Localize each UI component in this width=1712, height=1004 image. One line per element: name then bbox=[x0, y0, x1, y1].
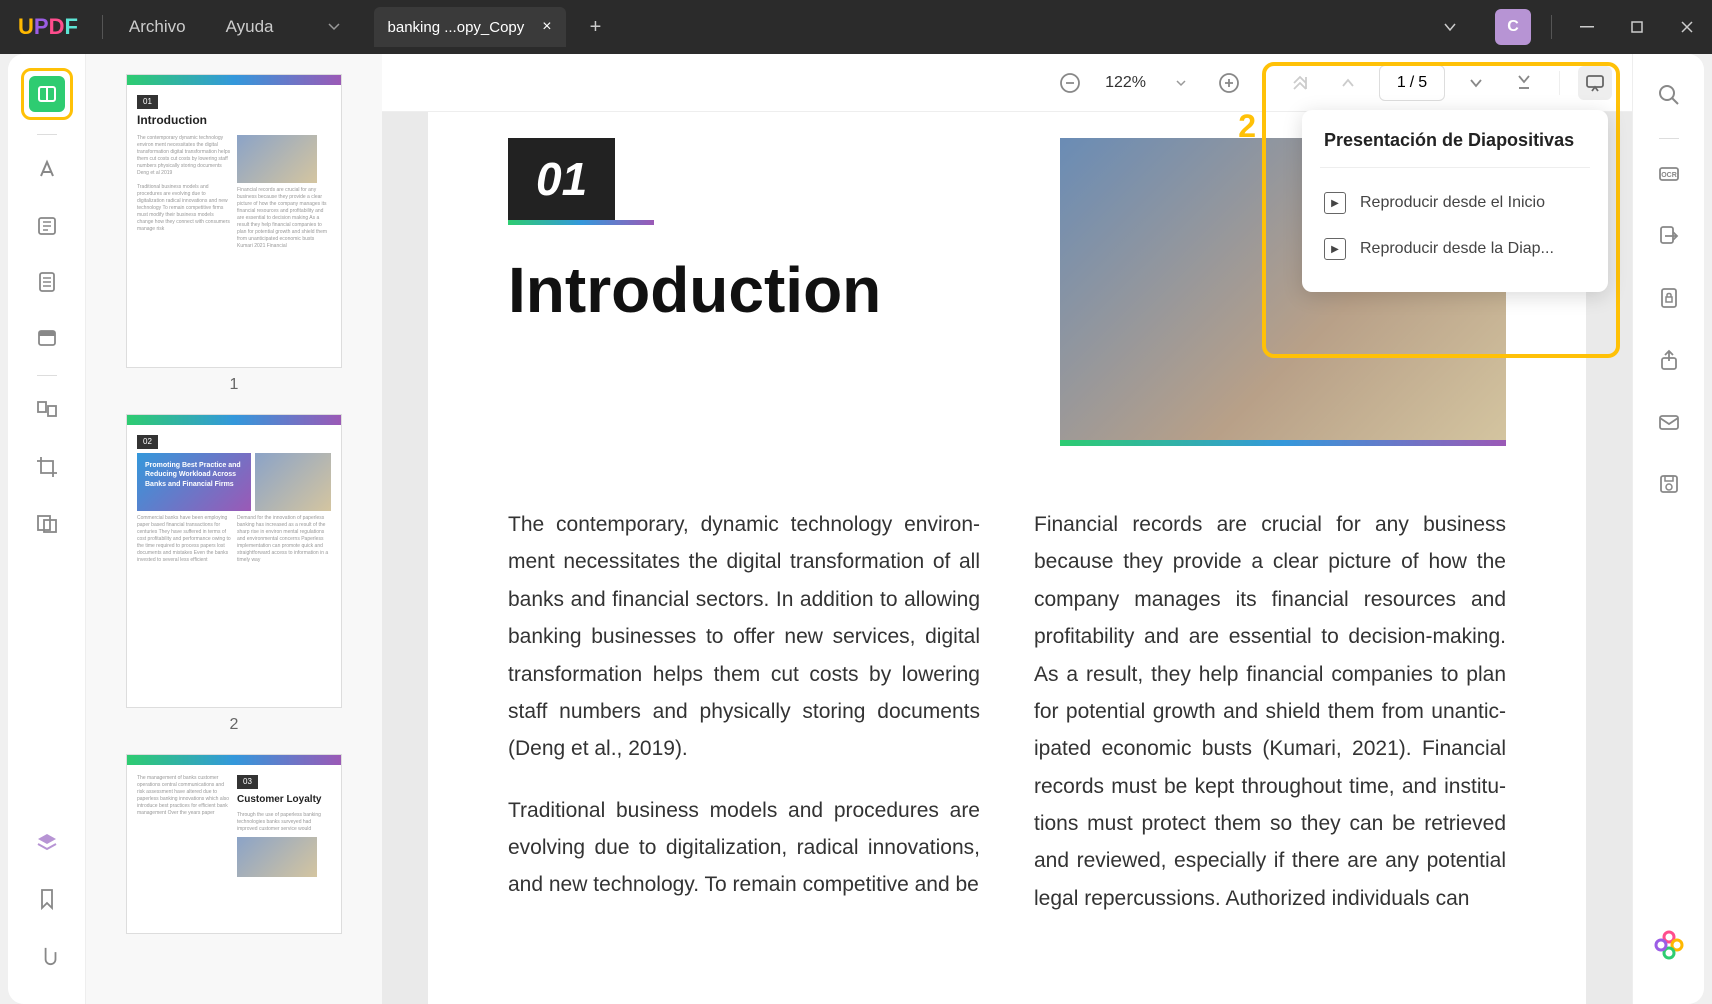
svg-text:OCR: OCR bbox=[1661, 172, 1677, 179]
tab-label: banking ...opy_Copy bbox=[388, 19, 525, 36]
tab-close-button[interactable]: × bbox=[542, 18, 551, 36]
layers-button[interactable] bbox=[24, 820, 70, 866]
page-tool-button[interactable] bbox=[24, 259, 70, 305]
thumbnail-3[interactable]: The management of banks customer operati… bbox=[126, 754, 342, 934]
page-heading: Introduction bbox=[508, 253, 881, 327]
form-tool-button[interactable] bbox=[24, 315, 70, 361]
thumbnail-panel: 01 Introduction The contemporary dynamic… bbox=[86, 54, 382, 1004]
page-section-badge: 01 bbox=[508, 138, 615, 220]
mail-button[interactable] bbox=[1646, 399, 1692, 445]
text-column-1: The contemporary, dynamic technology env… bbox=[508, 506, 980, 941]
page-input[interactable]: 1 / 5 bbox=[1379, 65, 1445, 101]
share-button[interactable] bbox=[1646, 337, 1692, 383]
zoom-in-button[interactable] bbox=[1212, 66, 1246, 100]
slideshow-button[interactable] bbox=[1578, 66, 1612, 100]
prev-page-button[interactable] bbox=[1331, 66, 1365, 100]
zoom-out-button[interactable] bbox=[1053, 66, 1087, 100]
dropdown-button[interactable] bbox=[1425, 0, 1475, 54]
first-page-button[interactable] bbox=[1283, 66, 1317, 100]
slideshow-popup: Presentación de Diapositivas ▶ Reproduci… bbox=[1302, 110, 1608, 292]
last-page-button[interactable] bbox=[1507, 66, 1541, 100]
user-avatar[interactable]: C bbox=[1495, 9, 1531, 45]
next-page-button[interactable] bbox=[1459, 66, 1493, 100]
minimize-button[interactable] bbox=[1562, 0, 1612, 54]
play-from-current-button[interactable]: ▶ Reproducir desde la Diap... bbox=[1302, 226, 1608, 272]
tab-add-button[interactable]: + bbox=[582, 16, 610, 39]
search-button[interactable] bbox=[1646, 72, 1692, 118]
close-window-button[interactable] bbox=[1662, 0, 1712, 54]
maximize-button[interactable] bbox=[1612, 0, 1662, 54]
thumb-label-2: 2 bbox=[126, 716, 342, 734]
reader-mode-button[interactable] bbox=[21, 68, 73, 120]
thumb-label-1: 1 bbox=[126, 376, 342, 394]
crop-tool-button[interactable] bbox=[24, 444, 70, 490]
play-icon: ▶ bbox=[1324, 238, 1346, 260]
callout-2: 2 bbox=[1238, 108, 1256, 145]
viewer-toolbar: 122% 1 / 5 bbox=[382, 54, 1632, 112]
zoom-dropdown[interactable] bbox=[1164, 66, 1198, 100]
attachment-button[interactable] bbox=[24, 932, 70, 978]
organize-tool-button[interactable] bbox=[24, 388, 70, 434]
convert-button[interactable] bbox=[1646, 213, 1692, 259]
save-button[interactable] bbox=[1646, 461, 1692, 507]
menu-file[interactable]: Archivo bbox=[109, 17, 206, 37]
zoom-level: 122% bbox=[1105, 74, 1146, 92]
bookmark-button[interactable] bbox=[24, 876, 70, 922]
right-sidebar: OCR bbox=[1632, 54, 1704, 1004]
menu-help[interactable]: Ayuda bbox=[206, 17, 294, 37]
edit-tool-button[interactable] bbox=[24, 203, 70, 249]
thumbnail-2[interactable]: 02 Promoting Best Practice and Reducing … bbox=[126, 414, 342, 734]
titlebar: UPDF Archivo Ayuda banking ...opy_Copy ×… bbox=[0, 0, 1712, 54]
left-sidebar bbox=[8, 54, 86, 1004]
popup-title: Presentación de Diapositivas bbox=[1302, 130, 1608, 167]
protect-button[interactable] bbox=[1646, 275, 1692, 321]
tab-empty[interactable] bbox=[304, 7, 364, 47]
document-viewer: 122% 1 / 5 bbox=[382, 54, 1632, 1004]
text-column-2: Financial records are crucial for any bu… bbox=[1034, 506, 1506, 941]
ocr-button[interactable]: OCR bbox=[1646, 151, 1692, 197]
tab-document[interactable]: banking ...opy_Copy × bbox=[374, 7, 566, 47]
ai-assistant-button[interactable] bbox=[1646, 922, 1692, 968]
thumbnail-1[interactable]: 01 Introduction The contemporary dynamic… bbox=[126, 74, 342, 394]
play-from-start-button[interactable]: ▶ Reproducir desde el Inicio bbox=[1302, 180, 1608, 226]
highlight-tool-button[interactable] bbox=[24, 147, 70, 193]
redact-tool-button[interactable] bbox=[24, 500, 70, 546]
play-icon: ▶ bbox=[1324, 192, 1346, 214]
app-logo: UPDF bbox=[0, 14, 96, 40]
